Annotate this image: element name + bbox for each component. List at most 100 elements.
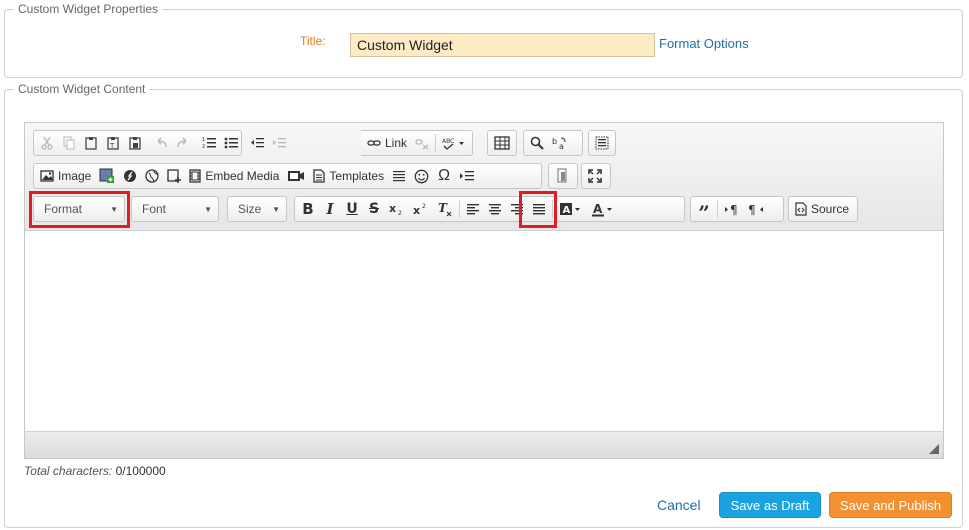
- svg-text:1: 1: [202, 137, 205, 143]
- text-direction-rtl-icon[interactable]: ¶: [744, 198, 768, 220]
- svg-text:¶: ¶: [730, 203, 738, 216]
- total-characters-label: Total characters:: [24, 464, 113, 478]
- select-all-toolbar-group: [588, 130, 616, 156]
- toolbar-separator: [717, 200, 718, 218]
- maximize-toolbar-group: [581, 163, 611, 189]
- font-dropdown-label: Font: [142, 202, 167, 216]
- source-label: Source: [811, 202, 850, 216]
- cut-icon[interactable]: [36, 132, 58, 154]
- film-icon: [189, 169, 202, 183]
- source-code-icon: [795, 202, 807, 216]
- svg-text:b: b: [552, 137, 557, 146]
- link-icon: [367, 140, 381, 146]
- font-dropdown[interactable]: Font ▼: [131, 196, 219, 222]
- size-dropdown-label: Size: [238, 202, 262, 216]
- text-color-icon[interactable]: A: [587, 198, 619, 220]
- decrease-indent-icon[interactable]: [246, 132, 268, 154]
- image-label: Image: [58, 169, 92, 183]
- align-left-icon[interactable]: [462, 198, 484, 220]
- replace-icon[interactable]: ba: [548, 132, 572, 154]
- italic-icon[interactable]: I: [319, 198, 341, 220]
- toolbar-separator: [552, 200, 553, 218]
- svg-text:2: 2: [202, 144, 205, 150]
- horizontal-rule-icon[interactable]: [388, 165, 410, 187]
- block-toolbar-group: ” ¶ ¶: [690, 196, 784, 225]
- flash-icon[interactable]: [119, 165, 141, 187]
- source-toolbar-group: Source: [788, 196, 858, 222]
- align-center-icon[interactable]: [484, 198, 506, 220]
- image-button[interactable]: Image: [36, 165, 95, 187]
- cancel-button[interactable]: Cancel: [657, 497, 701, 513]
- special-character-icon[interactable]: Ω: [433, 165, 455, 187]
- editor-status-bar: [25, 431, 943, 458]
- globe-icon[interactable]: [141, 165, 163, 187]
- embed-media-button[interactable]: Embed Media: [185, 165, 283, 187]
- properties-legend: Custom Widget Properties: [18, 2, 159, 16]
- rich-text-editor: T 12 Link ABC b a Image Embed Media Temp…: [24, 122, 944, 459]
- templates-label: Templates: [329, 169, 385, 183]
- undo-icon[interactable]: [150, 132, 172, 154]
- content-legend: Custom Widget Content: [18, 82, 146, 96]
- underline-icon[interactable]: U: [341, 198, 363, 220]
- align-right-icon[interactable]: [506, 198, 528, 220]
- text-direction-ltr-icon[interactable]: ¶: [720, 198, 744, 220]
- svg-text:¶: ¶: [748, 203, 756, 216]
- templates-button[interactable]: Templates: [309, 165, 388, 187]
- find-icon[interactable]: [526, 132, 548, 154]
- toolbar-separator: [459, 200, 460, 218]
- clipboard-toolbar-group: T 12: [33, 130, 286, 156]
- redo-icon[interactable]: [172, 132, 194, 154]
- paste-text-icon[interactable]: T: [102, 132, 124, 154]
- remove-format-icon[interactable]: T: [433, 198, 457, 220]
- save-as-draft-button[interactable]: Save as Draft: [719, 492, 821, 518]
- table-icon[interactable]: [490, 132, 514, 154]
- embed-media-label: Embed Media: [205, 169, 280, 183]
- bold-icon[interactable]: B: [297, 198, 319, 220]
- editor-content-area[interactable]: [25, 231, 943, 431]
- maximize-icon[interactable]: [584, 165, 606, 187]
- spellcheck-icon[interactable]: ABC: [438, 132, 470, 154]
- svg-text:x: x: [413, 204, 420, 216]
- increase-indent-icon[interactable]: [268, 132, 290, 154]
- find-toolbar-group: ba: [523, 130, 583, 156]
- blockquote-icon[interactable]: ”: [693, 198, 715, 225]
- table-toolbar-group: [487, 130, 517, 156]
- show-blocks-icon[interactable]: [551, 165, 573, 187]
- superscript-icon[interactable]: x2: [409, 198, 433, 220]
- svg-text:T: T: [109, 142, 115, 150]
- media-gallery-icon[interactable]: [283, 165, 309, 187]
- subscript-icon[interactable]: x2: [385, 198, 409, 220]
- format-options-link[interactable]: Format Options: [659, 36, 749, 51]
- link-toolbar-group: Link ABC: [361, 130, 473, 156]
- image-icon: [40, 170, 54, 182]
- svg-text:A: A: [593, 202, 603, 216]
- title-input[interactable]: [350, 33, 655, 57]
- copy-icon[interactable]: [58, 132, 80, 154]
- source-button[interactable]: Source: [791, 198, 853, 220]
- bulleted-list-icon[interactable]: [220, 132, 242, 154]
- svg-text:x: x: [389, 202, 396, 215]
- smiley-icon[interactable]: [410, 165, 433, 187]
- chevron-down-icon: ▼: [204, 204, 212, 214]
- format-dropdown[interactable]: Format ▼: [33, 196, 125, 222]
- select-all-icon[interactable]: [591, 132, 613, 154]
- svg-text:2: 2: [422, 203, 426, 210]
- unlink-icon[interactable]: [411, 132, 433, 154]
- insert-widget-icon[interactable]: [163, 165, 185, 187]
- justify-icon[interactable]: [528, 198, 550, 220]
- format-dropdown-label: Format: [44, 202, 83, 216]
- save-and-publish-button[interactable]: Save and Publish: [829, 492, 952, 518]
- paste-icon[interactable]: [80, 132, 102, 154]
- background-color-icon[interactable]: A: [555, 198, 587, 220]
- link-button[interactable]: Link: [363, 132, 411, 154]
- svg-text:2: 2: [398, 210, 402, 216]
- total-characters: Total characters: 0/100000: [24, 464, 166, 478]
- numbered-list-icon[interactable]: 12: [198, 132, 220, 154]
- strikethrough-icon[interactable]: S: [363, 198, 385, 220]
- resize-handle-icon[interactable]: [929, 444, 939, 454]
- page-break-icon[interactable]: [455, 165, 479, 187]
- insert-image-plus-icon[interactable]: [95, 165, 119, 187]
- svg-text:A: A: [563, 205, 571, 216]
- size-dropdown[interactable]: Size ▼: [227, 196, 287, 222]
- paste-word-icon[interactable]: [124, 132, 146, 154]
